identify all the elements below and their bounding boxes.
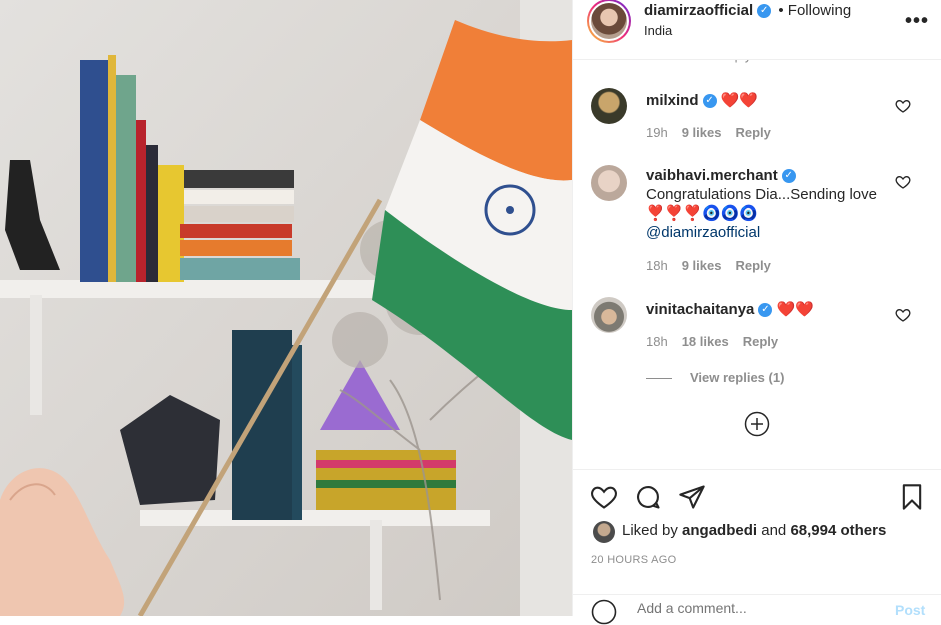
share-paper-plane-icon[interactable]: [678, 483, 706, 511]
like-comment-heart-icon[interactable]: [895, 174, 911, 190]
comment-text: ❤️❤️: [776, 301, 814, 318]
commenter-avatar[interactable]: [591, 297, 627, 333]
comment-likes[interactable]: 18 likes: [682, 334, 729, 349]
likes-count-link[interactable]: 68,994 others: [790, 522, 886, 539]
post-details-panel: diamirzaofficial ✓ • Following India ••• …: [572, 0, 941, 625]
liked-by-prefix: Liked by: [622, 522, 678, 539]
more-options-icon[interactable]: •••: [905, 10, 929, 33]
author-username[interactable]: diamirzaofficial: [644, 2, 753, 19]
commenter-username[interactable]: vaibhavi.merchant: [646, 167, 778, 184]
like-comment-heart-icon[interactable]: [895, 307, 911, 323]
comment-likes[interactable]: 9 likes: [682, 125, 722, 140]
commenter-username[interactable]: vinitachaitanya: [646, 301, 754, 318]
comment-time[interactable]: 18h: [646, 334, 668, 349]
liked-by-and: and: [761, 522, 787, 539]
like-heart-icon[interactable]: [590, 483, 618, 511]
post-photo[interactable]: [0, 0, 572, 616]
likes-summary: Liked by angadbedi and 68,994 others: [622, 522, 886, 539]
comment-text: ❤️❤️: [720, 92, 759, 109]
verified-badge-icon: ✓: [702, 94, 717, 109]
comment-text: Congratulations Dia...Sending love ❣️❣️❣…: [646, 186, 877, 222]
follow-status[interactable]: • Following: [778, 2, 851, 19]
comment-likes[interactable]: 9 likes: [682, 258, 722, 273]
replies-divider: [646, 378, 672, 380]
add-comment-bar: Post: [573, 594, 941, 625]
commenter-avatar[interactable]: [591, 88, 627, 124]
liker-username[interactable]: angadbedi: [682, 522, 757, 539]
view-replies-label: View replies (1): [690, 370, 785, 385]
post-actions-section: Liked by angadbedi and 68,994 others 20 …: [573, 469, 941, 625]
verified-badge-icon: ✓: [781, 169, 796, 184]
reply-button[interactable]: Reply: [735, 125, 770, 140]
photo-illustration: [0, 0, 572, 616]
verified-badge-icon: ✓: [757, 4, 772, 19]
load-more-comments-icon[interactable]: [744, 411, 770, 437]
comment-bubble-icon[interactable]: [634, 483, 662, 511]
post-location[interactable]: India: [644, 23, 672, 38]
mention-link[interactable]: @diamirzaofficial: [646, 224, 760, 241]
comment-time[interactable]: 19h: [646, 125, 668, 140]
liker-avatar[interactable]: [593, 521, 615, 543]
save-bookmark-icon[interactable]: [898, 483, 926, 511]
reply-button[interactable]: Reply: [735, 258, 770, 273]
post-header: diamirzaofficial ✓ • Following India •••: [573, 0, 941, 60]
commenter-avatar[interactable]: [591, 165, 627, 201]
add-comment-input[interactable]: [635, 599, 859, 617]
commenter-username[interactable]: milxind: [646, 92, 699, 109]
like-comment-heart-icon[interactable]: [895, 98, 911, 114]
view-replies-button[interactable]: View replies (1): [646, 370, 784, 385]
emoji-icon[interactable]: [591, 599, 617, 625]
post-timestamp[interactable]: 20 HOURS AGO: [591, 554, 677, 566]
verified-badge-icon: ✓: [758, 303, 773, 318]
comment-time[interactable]: 18h: [646, 258, 668, 273]
author-avatar[interactable]: [587, 0, 631, 43]
reply-button[interactable]: Reply: [743, 334, 778, 349]
